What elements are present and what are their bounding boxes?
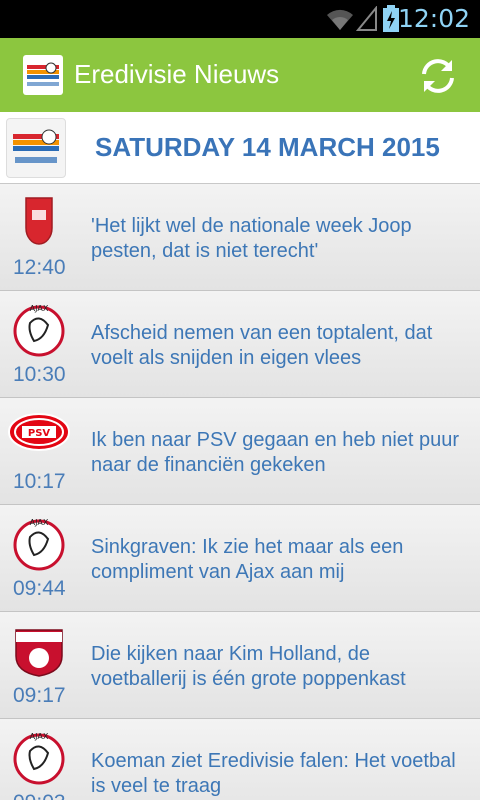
svg-text:AJAX: AJAX: [30, 518, 49, 527]
news-item[interactable]: 09:17 Die kijken naar Kim Holland, de vo…: [0, 612, 480, 719]
news-headline[interactable]: 'Het lijkt wel de nationale week Joop pe…: [91, 214, 469, 264]
clock: 12:02: [397, 4, 470, 33]
ajax-crest-icon: AJAX: [13, 732, 65, 785]
fc-twente-crest-icon: [25, 197, 53, 245]
svg-text:AJAX: AJAX: [30, 732, 49, 741]
eredivisie-logo-icon: [6, 118, 66, 178]
ajax-crest-icon: AJAX: [13, 518, 65, 571]
date-label: SATURDAY 14 MARCH 2015: [95, 132, 440, 162]
ajax-crest-icon: AJAX: [13, 304, 65, 357]
news-item[interactable]: AJAX 10:30 Afscheid nemen van een toptal…: [0, 291, 480, 398]
svg-text:PSV: PSV: [28, 428, 51, 439]
news-headline[interactable]: Die kijken naar Kim Holland, de voetball…: [91, 642, 469, 692]
svg-text:AJAX: AJAX: [30, 304, 49, 313]
fc-dordrecht-crest-icon: [15, 629, 63, 677]
news-item[interactable]: AJAX 09:44 Sinkgraven: Ik zie het maar a…: [0, 505, 480, 612]
news-headline[interactable]: Ik ben naar PSV gegaan en heb niet puur …: [91, 428, 469, 478]
news-item[interactable]: 12:40 'Het lijkt wel de nationale week J…: [0, 184, 480, 291]
news-list: 12:40 'Het lijkt wel de nationale week J…: [0, 184, 480, 800]
news-time: 09:17: [13, 684, 66, 707]
news-headline[interactable]: Sinkgraven: Ik zie het maar als een comp…: [91, 535, 469, 585]
news-headline[interactable]: Koeman ziet Eredivisie falen: Het voetba…: [91, 749, 469, 799]
psv-crest-icon: PSV: [8, 413, 70, 451]
eredivisie-logo-icon[interactable]: [23, 55, 63, 95]
news-item[interactable]: AJAX 09:03 Koeman ziet Eredivisie falen:…: [0, 719, 480, 800]
news-time: 10:30: [13, 363, 66, 386]
news-headline[interactable]: Afscheid nemen van een toptalent, dat vo…: [91, 321, 469, 371]
refresh-icon[interactable]: [416, 54, 460, 98]
app-title: Eredivisie Nieuws: [74, 59, 280, 89]
app-bar: Eredivisie Nieuws: [0, 38, 480, 112]
news-time: 10:17: [13, 470, 66, 493]
signal-icon: [356, 6, 377, 31]
news-time: 09:03: [13, 791, 66, 800]
wifi-icon: [327, 9, 353, 30]
date-header: SATURDAY 14 MARCH 2015: [0, 112, 480, 184]
news-time: 09:44: [13, 577, 66, 600]
news-time: 12:40: [13, 256, 66, 279]
status-bar: 12:02: [0, 0, 480, 38]
news-item[interactable]: PSV 10:17 Ik ben naar PSV gegaan en heb …: [0, 398, 480, 505]
